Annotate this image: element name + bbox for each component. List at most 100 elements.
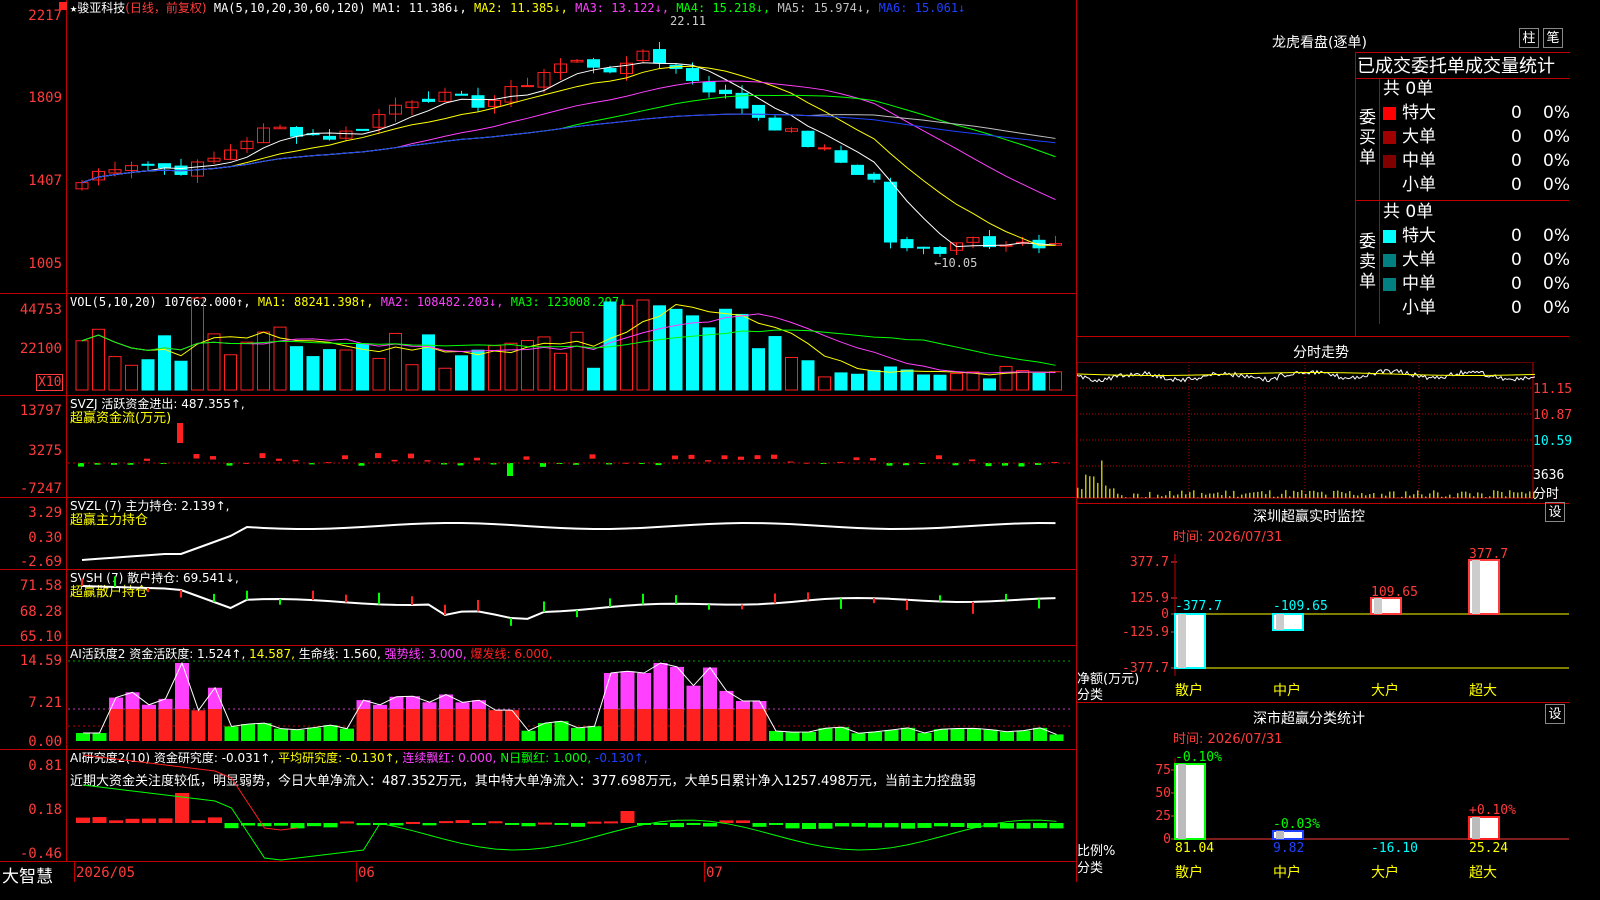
tick-mark: [411, 596, 413, 605]
kline-chart[interactable]: [0, 0, 1076, 294]
svzl-chart[interactable]: [0, 498, 1076, 570]
research-bar: [868, 823, 882, 828]
fund-flow-bar: [721, 455, 728, 460]
kline-pane[interactable]: ★骏亚科技(日线，前复权) MA(5,10,20,30,60,120) MA1:…: [0, 0, 1076, 294]
color-swatch: [1383, 301, 1396, 315]
volume-bar: [999, 365, 1013, 391]
tick-mark: [906, 599, 908, 611]
ma-line: [81, 65, 1056, 246]
activity-bar: [455, 709, 470, 741]
fenshi-volume-bar: [1365, 495, 1367, 498]
volume-bar: [702, 327, 716, 391]
order-count: 0: [1511, 298, 1522, 318]
fenshi-volume-bar: [1401, 496, 1403, 498]
volume-bar: [587, 367, 600, 391]
activity-bar-burst: [125, 692, 140, 709]
research-bar: [802, 823, 816, 829]
research-bar: [76, 817, 90, 823]
fenshi-volume-bar: [1209, 493, 1211, 498]
tick-mark: [81, 578, 83, 586]
activity-bar: [257, 723, 272, 741]
research-bar: [439, 821, 453, 824]
ai-research-chart[interactable]: [0, 750, 1076, 862]
tick-mark: [543, 601, 545, 612]
monitor-chart[interactable]: 377.7125.90-125.9-377.7-377.7散户-109.65中户…: [1077, 504, 1569, 700]
fenshi-volume-bar: [1433, 490, 1435, 498]
fenshi-volume-bar: [1093, 476, 1095, 498]
svzj-chart[interactable]: [0, 396, 1076, 498]
activity-bar: [76, 733, 90, 741]
fenshi-volume-bar: [1277, 496, 1279, 498]
fund-flow-bar: [424, 460, 431, 462]
fenshi-volume-bar: [1477, 492, 1479, 498]
bar-view-button[interactable]: 柱: [1519, 28, 1539, 48]
candle: [900, 239, 914, 249]
svzl-pane[interactable]: SVZL (7) 主力持仓: 2.139↑, 超赢主力持仓 3.29 0.30 …: [0, 498, 1076, 570]
sell-row: 中单 0 0%: [1383, 273, 1570, 295]
fenshi-volume-bar: [1497, 490, 1499, 498]
stats-chart[interactable]: 75 50 25 0 -0.10% 81.04 散户 -0.03% 9.82 中户 -16.10 大户…: [1077, 702, 1569, 882]
fenshi-chart[interactable]: [1077, 362, 1569, 504]
fund-flow-bar: [375, 453, 381, 459]
fenshi-volume-bar: [1101, 460, 1103, 498]
color-swatch: [1383, 229, 1396, 243]
research-bar: [290, 823, 305, 829]
fenshi-volume-bar: [1473, 496, 1475, 498]
fenshi-volume-bar: [1325, 494, 1327, 498]
monitor-category-label: 超大: [1469, 683, 1497, 699]
order-count: 0: [1511, 250, 1522, 270]
fenshi-volume-bar: [1357, 495, 1359, 498]
ai-activity-pane[interactable]: AI活跃度2 资金活跃度: 1.524↑, 14.587, 生命线: 1.560…: [0, 646, 1076, 750]
fenshi-volume-bar: [1253, 492, 1255, 498]
fund-flow-bar: [342, 455, 348, 460]
fenshi-volume-bar: [1517, 492, 1519, 498]
volume-bar: [471, 349, 485, 391]
tick-view-button[interactable]: 笔: [1543, 28, 1563, 48]
volume-bar: [141, 359, 155, 391]
volume-bar: [224, 354, 237, 391]
ai-activity-chart[interactable]: [0, 646, 1076, 750]
tick-mark: [642, 593, 644, 605]
indicator-line: [81, 522, 1056, 561]
fund-flow-bar: [78, 463, 84, 467]
fenshi-volume-bar: [1513, 492, 1515, 498]
buy-row: 特大 0 0%: [1383, 102, 1570, 124]
longhu-title: 龙虎看盘(逐单): [1272, 35, 1367, 51]
activity-bar: [125, 709, 140, 741]
tick-mark: [576, 610, 578, 618]
volume-bar: [372, 357, 386, 391]
activity-bar: [323, 725, 338, 741]
activity-bar: [158, 709, 173, 741]
tick-mark: [873, 598, 875, 604]
buy-total: 共 0单: [1383, 79, 1434, 99]
color-swatch: [1383, 178, 1396, 192]
research-bar: [818, 823, 833, 829]
volume-bar: [917, 374, 930, 391]
research-bar: [752, 823, 767, 827]
svsh-pane[interactable]: SVSH (7) 散户持仓: 69.541↓, 超赢散户持仓 71.58 68.…: [0, 570, 1076, 646]
fenshi-volume-bar: [1261, 491, 1263, 498]
fund-flow-bar: [193, 454, 200, 459]
svsh-chart[interactable]: [0, 570, 1076, 646]
fenshi-y-tick: 10.59: [1533, 434, 1573, 449]
color-swatch: [1383, 277, 1396, 291]
volume-chart[interactable]: [0, 294, 1076, 396]
order-percent: 0%: [1543, 103, 1570, 123]
activity-bar: [620, 709, 635, 741]
fenshi-volume-bar: [1361, 493, 1363, 498]
research-bar: [356, 823, 371, 826]
candle: [323, 135, 336, 140]
fund-flow-bar: [738, 456, 744, 460]
indicator-line: [81, 585, 1056, 620]
svzj-pane[interactable]: SVZJ 活跃资金进出: 487.355↑, 超赢资金流(万元) 13797 3…: [0, 396, 1076, 498]
ai-research-pane[interactable]: AI研究度2(10) 资金研究度: -0.031↑, 平均研究度: -0.130…: [0, 750, 1076, 862]
fenshi-volume-bar: [1233, 490, 1235, 498]
date-label: 07: [706, 865, 723, 881]
fenshi-volume-bar: [1097, 482, 1099, 498]
monitor-value-label: 109.65: [1371, 585, 1418, 600]
fenshi-volume-bar: [1173, 495, 1175, 498]
volume-bar: [834, 372, 848, 391]
tick-mark: [246, 590, 248, 600]
research-bar: [1033, 823, 1047, 829]
volume-pane[interactable]: VOL(5,10,20) 107662.000↑, MA1: 88241.398…: [0, 294, 1076, 396]
